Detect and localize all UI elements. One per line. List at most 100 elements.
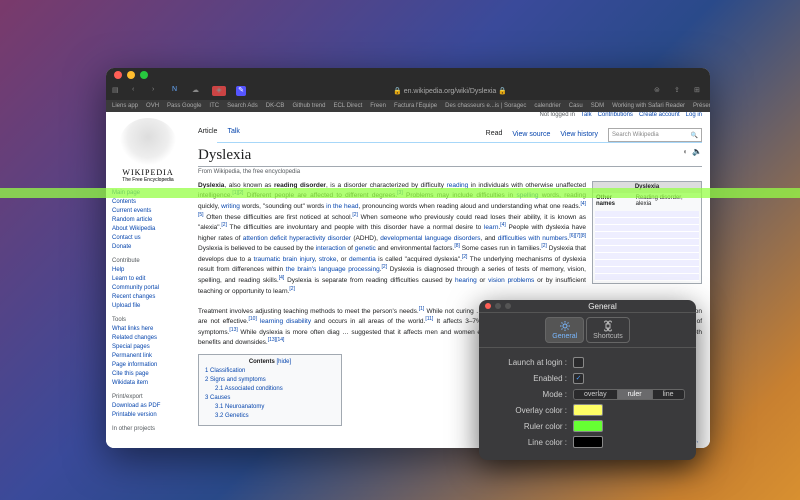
link-ld[interactable]: learning disability	[260, 318, 311, 325]
link-dld[interactable]: developmental language disorders	[380, 235, 480, 242]
link-adhd[interactable]: attention deficit hyperactivity disorder	[243, 235, 351, 242]
link-spelling[interactable]: spelling	[516, 193, 538, 200]
toc-item[interactable]: 3.2 Genetics	[215, 412, 335, 421]
bookmark-item[interactable]: Casu	[569, 103, 583, 109]
nav-page-info[interactable]: Page information	[112, 361, 184, 370]
bookmark-item[interactable]: Liens app	[112, 103, 138, 109]
nav-cite[interactable]: Cite this page	[112, 370, 184, 379]
bookmark-item[interactable]: DK-CB	[266, 103, 285, 109]
bookmark-item[interactable]: calendrier	[534, 103, 560, 109]
search-input[interactable]: Search Wikipedia🔍	[608, 128, 702, 142]
nav-contact[interactable]: Contact us	[112, 234, 184, 243]
prefs-tab-shortcuts[interactable]: Shortcuts	[586, 317, 630, 343]
back-icon[interactable]: ‹	[132, 86, 142, 96]
traffic-light-close[interactable]	[114, 71, 122, 79]
share-icon[interactable]: ⇪	[674, 86, 684, 96]
nav-main-page[interactable]: Main page	[112, 189, 184, 198]
extension-blue-icon[interactable]: ✎	[236, 86, 246, 96]
toc-item[interactable]: 2.1 Associated conditions	[215, 385, 335, 394]
prefs-tab-general[interactable]: General	[545, 317, 584, 343]
nav-contents[interactable]: Contents	[112, 198, 184, 207]
bookmark-item[interactable]: ECL Direct	[333, 103, 362, 109]
mode-ruler[interactable]: ruler	[618, 390, 653, 399]
mode-overlay[interactable]: overlay	[574, 390, 618, 399]
nav-download-pdf[interactable]: Download as PDF	[112, 402, 184, 411]
tab-history[interactable]: View history	[560, 131, 598, 140]
traffic-light-minimize[interactable]	[127, 71, 135, 79]
bookmark-item[interactable]: Pass Google	[167, 103, 201, 109]
mode-line[interactable]: line	[653, 390, 684, 399]
spoken-article-icon[interactable]: 🔈	[692, 147, 702, 156]
link-dementia[interactable]: dementia	[349, 256, 376, 263]
prefs-zoom[interactable]	[505, 303, 511, 309]
ref[interactable]: [10]	[249, 316, 257, 322]
bookmark-item[interactable]: Factura l'Equipe	[394, 103, 437, 109]
create-account-link[interactable]: Create account	[639, 112, 680, 118]
semi-protection-icon[interactable]: ◐	[683, 147, 688, 156]
toc-item[interactable]: 1 Classification	[205, 367, 335, 376]
bookmark-item[interactable]: Search Ads	[227, 103, 258, 109]
link-dyscalculia[interactable]: difficulties with numbers	[498, 235, 568, 242]
nav-special-pages[interactable]: Special pages	[112, 343, 184, 352]
ref[interactable]: [13][14]	[268, 337, 285, 343]
wikipedia-logo[interactable]	[120, 118, 176, 166]
tabs-icon[interactable]: ⊞	[694, 86, 704, 96]
nav-related-changes[interactable]: Related changes	[112, 334, 184, 343]
link-genetic[interactable]: genetic	[355, 245, 376, 252]
ref[interactable]: [2]	[289, 286, 295, 292]
forward-icon[interactable]: ›	[152, 86, 162, 96]
toc-hide-link[interactable]: [hide]	[276, 359, 291, 365]
link-hearing[interactable]: hearing	[455, 277, 477, 284]
cloud-icon[interactable]: ☁	[192, 86, 202, 96]
tab-talk[interactable]: Talk	[227, 128, 239, 142]
link-stroke[interactable]: stroke	[319, 256, 337, 263]
login-link[interactable]: Log in	[686, 112, 702, 118]
extension-shield-icon[interactable]: ◈	[212, 86, 226, 96]
ref[interactable]: [13]	[229, 327, 237, 333]
nav-learn-edit[interactable]: Learn to edit	[112, 275, 184, 284]
traffic-light-zoom[interactable]	[140, 71, 148, 79]
bookmark-item[interactable]: OVH	[146, 103, 159, 109]
bookmark-item[interactable]: ITC	[209, 103, 219, 109]
search-icon[interactable]: 🔍	[691, 132, 698, 139]
address-bar[interactable]: 🔒 en.wikipedia.org/wiki/Dyslexia 🔒	[256, 87, 644, 95]
mode-segmented-control[interactable]: overlay ruler line	[573, 389, 685, 400]
tab-read[interactable]: Read	[486, 130, 503, 141]
nav-help[interactable]: Help	[112, 266, 184, 275]
nav-recent-changes[interactable]: Recent changes	[112, 293, 184, 302]
ref[interactable]: [1][2]	[232, 190, 243, 196]
link-interaction[interactable]: interaction	[316, 245, 346, 252]
ruler-color-swatch[interactable]	[573, 420, 603, 432]
nav-upload[interactable]: Upload file	[112, 302, 184, 311]
overlay-color-swatch[interactable]	[573, 404, 603, 416]
nav-printable[interactable]: Printable version	[112, 411, 184, 420]
toc-item[interactable]: 3.1 Neuroanatomy	[215, 403, 335, 412]
nav-community[interactable]: Community portal	[112, 284, 184, 293]
ref[interactable]: [6][7][8]	[569, 233, 586, 239]
link-head[interactable]: in the head	[326, 203, 358, 210]
bookmark-item[interactable]: Github trend	[292, 103, 325, 109]
nav-current-events[interactable]: Current events	[112, 207, 184, 216]
nav-about[interactable]: About Wikipedia	[112, 225, 184, 234]
bookmark-item[interactable]: Des chasseurs e...is | Soragec	[445, 103, 526, 109]
link-vision[interactable]: vision problems	[488, 277, 534, 284]
prefs-minimize[interactable]	[495, 303, 501, 309]
bookmark-item[interactable]: Working with Safari Reader	[612, 103, 685, 109]
link-learn[interactable]: learn	[484, 224, 498, 231]
nav-permanent-link[interactable]: Permanent link	[112, 352, 184, 361]
link-writing[interactable]: writing	[221, 203, 240, 210]
link-reading[interactable]: reading	[447, 182, 469, 189]
bookmark-item[interactable]: SDM	[591, 103, 604, 109]
bookmark-item[interactable]: Freen	[370, 103, 386, 109]
line-color-swatch[interactable]	[573, 436, 603, 448]
prefs-close[interactable]	[485, 303, 491, 309]
launch-at-login-checkbox[interactable]	[573, 357, 584, 368]
sidebar-icon[interactable]: ▤	[112, 86, 122, 96]
reader-icon[interactable]: ⊜	[654, 86, 664, 96]
infobox-image[interactable]	[595, 211, 699, 281]
toc-item[interactable]: 3 Causes	[205, 394, 335, 403]
toc-item[interactable]: 2 Signs and symptoms	[205, 376, 335, 385]
user-contrib-link[interactable]: Contributions	[598, 112, 633, 118]
nav-donate[interactable]: Donate	[112, 243, 184, 252]
extension-n-icon[interactable]: N	[172, 86, 182, 96]
